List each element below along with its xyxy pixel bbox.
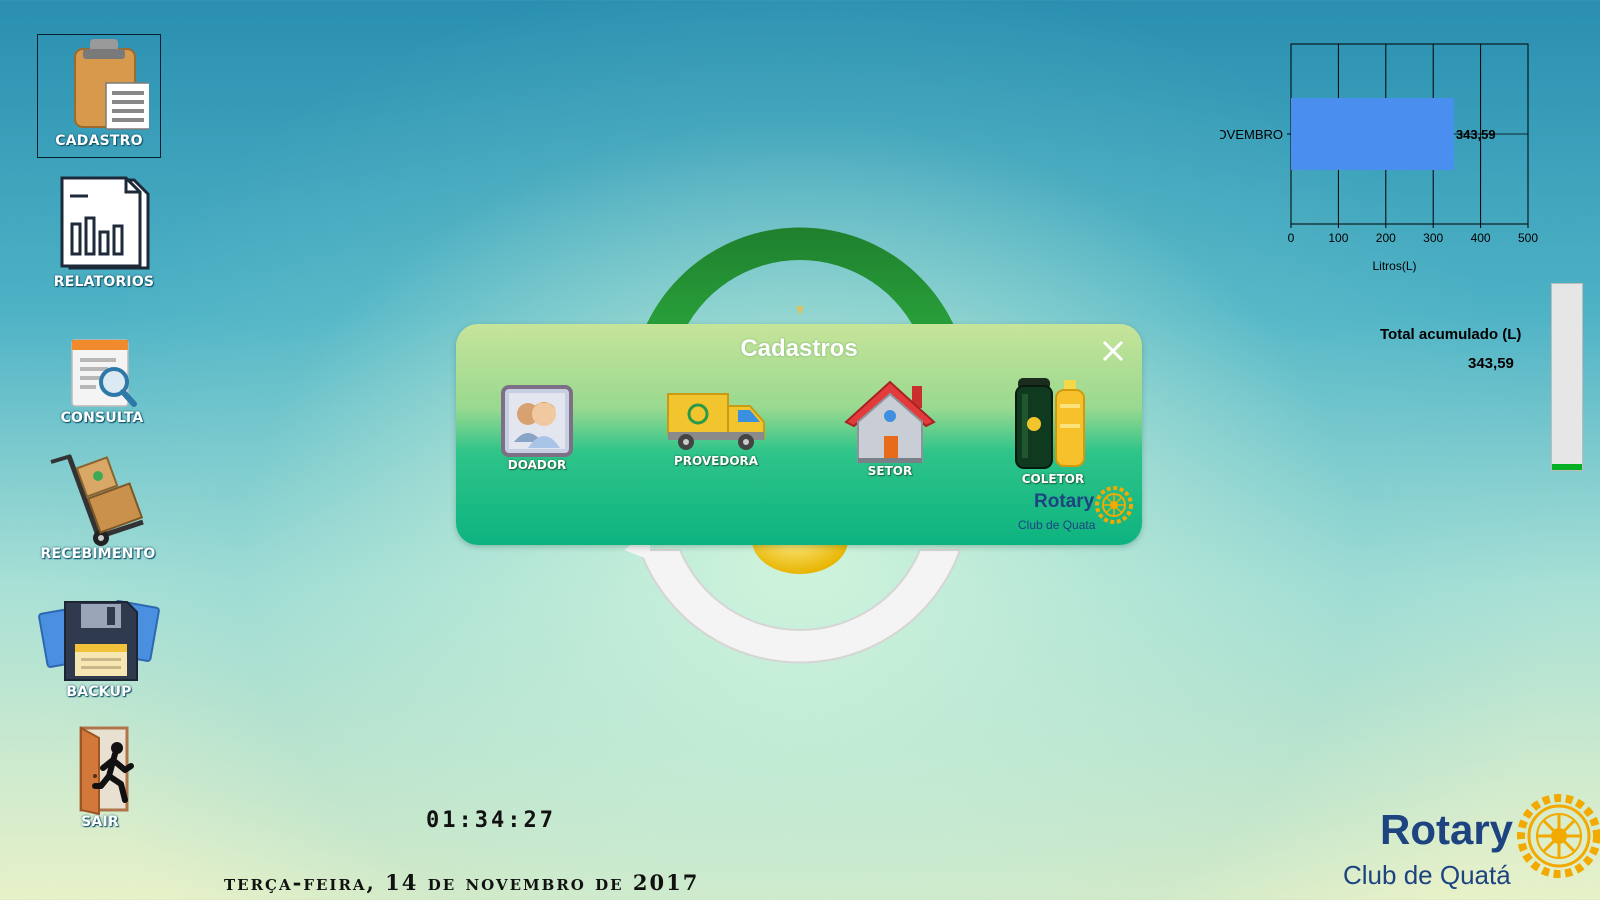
rotary-logo-small: Rotary Club de Quata: [1018, 486, 1133, 532]
report-chart-icon: [60, 176, 150, 270]
clipboard-icon: [74, 39, 149, 130]
dialog-title: Cadastros: [740, 335, 858, 362]
cadastro-icon-button[interactable]: CADASTRO: [37, 34, 161, 158]
chart-x-axis-label: Litros(L): [1372, 259, 1416, 273]
chart-x-tick-label: 200: [1376, 231, 1396, 245]
consulta-icon-button[interactable]: CONSULTA: [40, 336, 164, 426]
sair-label: SAIR: [81, 814, 119, 830]
chart-x-tick-label: 300: [1423, 231, 1443, 245]
date-text: terça-feira, 14 de novembro de 2017: [224, 870, 700, 895]
clock-time: 01:34:27: [426, 808, 556, 833]
sair-icon-button[interactable]: SAIR: [38, 724, 162, 830]
setor-label: SETOR: [867, 464, 913, 478]
rotary-club-name: Club de Quatá: [1343, 860, 1511, 890]
hand-truck-boxes-icon: [50, 454, 144, 546]
rotary-logo: Rotary Club de Quatá: [1335, 790, 1600, 895]
total-accumulated-value: 343,59: [1468, 355, 1514, 372]
backup-label: BACKUP: [66, 684, 132, 700]
cadastros-dialog: Cadastros DOADOR PROVEDORA SETOR COLETOR…: [456, 324, 1142, 545]
chart-x-tick-label: 500: [1518, 231, 1538, 245]
chart-data-label: 343,59: [1456, 127, 1496, 142]
delivery-truck-icon: [667, 393, 765, 450]
rotary-small-word: Rotary: [1034, 491, 1095, 512]
chart-x-tick-label: 100: [1328, 231, 1348, 245]
coletor-button[interactable]: COLETOR: [1012, 374, 1094, 486]
rotary-wheel-small-icon: [1095, 486, 1133, 524]
provedora-label: PROVEDORA: [673, 454, 759, 468]
total-progress-bar: [1551, 283, 1583, 471]
setor-button[interactable]: SETOR: [842, 378, 938, 478]
floppy-disk-icon: [38, 600, 160, 681]
backup-icon-button[interactable]: BACKUP: [37, 598, 161, 700]
oil-collector-bottles-icon: [1015, 378, 1085, 469]
provedora-button[interactable]: PROVEDORA: [666, 388, 766, 468]
search-document-icon: [71, 339, 137, 407]
relatorios-icon-button[interactable]: RELATORIOS: [42, 176, 166, 290]
recebimento-icon-button[interactable]: RECEBIMENTO: [36, 452, 160, 562]
monthly-liters-chart: 0 100 200 300 400 500 NOVEMBRO 343,59 Litros(L): [1220, 43, 1538, 273]
rotary-word: Rotary: [1380, 806, 1514, 853]
chart-x-tick-label: 400: [1471, 231, 1491, 245]
cadastro-label: CADASTRO: [55, 133, 143, 149]
total-progress-fill: [1552, 463, 1582, 470]
doador-label: DOADOR: [507, 458, 567, 472]
close-icon[interactable]: [1100, 338, 1126, 364]
chart-bar: [1291, 98, 1454, 170]
exit-door-icon: [79, 726, 134, 816]
consulta-label: CONSULTA: [60, 410, 144, 426]
rotary-small-sub: Club de Quata: [1018, 518, 1096, 532]
chart-x-tick-label: 0: [1288, 231, 1295, 245]
chart-category-label: NOVEMBRO: [1220, 127, 1283, 142]
relatorios-label: RELATORIOS: [53, 274, 155, 290]
rotary-wheel-icon: [1517, 794, 1600, 878]
recebimento-label: RECEBIMENTO: [40, 546, 156, 562]
doador-button[interactable]: DOADOR: [500, 384, 574, 472]
donor-profile-icon: [501, 385, 573, 457]
house-icon: [844, 380, 936, 463]
total-accumulated-label: Total acumulado (L): [1380, 326, 1522, 343]
